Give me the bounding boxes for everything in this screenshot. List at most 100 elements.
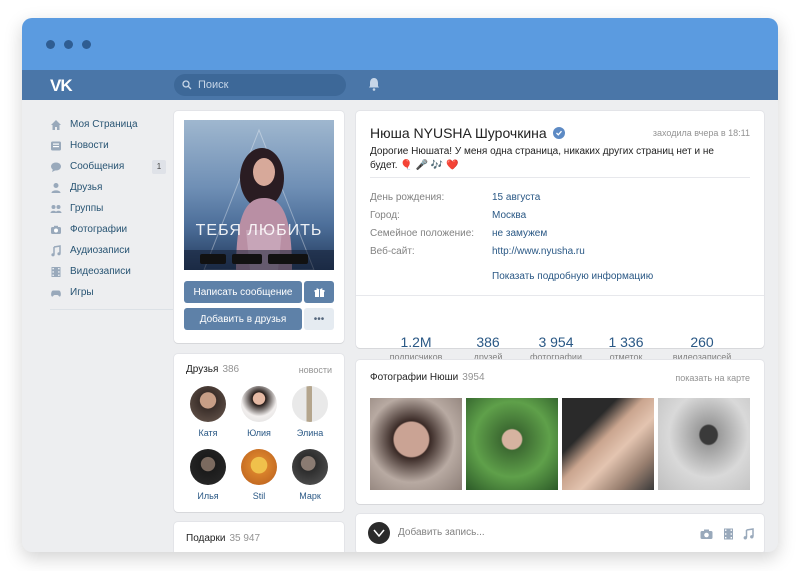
sidebar-item-label: Друзья xyxy=(70,182,103,193)
bell-icon[interactable] xyxy=(368,77,380,91)
friends-icon xyxy=(50,182,62,194)
photo-thumbnail[interactable] xyxy=(562,398,654,490)
friend-name: Марк xyxy=(299,491,321,501)
sidebar-item-label: Игры xyxy=(70,287,94,298)
friends-count: 386 xyxy=(222,364,240,375)
friend-item[interactable]: Илья xyxy=(184,449,232,501)
stat-videos[interactable]: 260 видеозаписей xyxy=(662,334,742,362)
gifts-header: Подарки 35 947 xyxy=(186,533,260,544)
home-icon xyxy=(50,119,62,131)
friend-item[interactable]: Элина xyxy=(286,386,334,438)
sidebar-item-groups[interactable]: Группы xyxy=(50,198,166,219)
photo-thumbnail[interactable] xyxy=(466,398,558,490)
info-value-birthday[interactable]: 15 августа xyxy=(492,192,540,203)
stat-photos[interactable]: 3 954 фотографии xyxy=(516,334,596,362)
friends-card: Друзья 386 новости Катя Юлия Элина Илья S… xyxy=(174,354,344,512)
friend-item[interactable]: Stil xyxy=(235,449,283,501)
sidebar-nav: Моя Страница Новости Сообщения 1 Друзья … xyxy=(50,114,180,310)
info-value-city[interactable]: Москва xyxy=(492,210,526,221)
video-icon xyxy=(50,266,62,278)
friends-news-link[interactable]: новости xyxy=(299,365,332,375)
stat-followers[interactable]: 1.2M подписчиков xyxy=(376,334,456,362)
cover-title: ТЕБЯ ЛЮБИТЬ xyxy=(195,222,323,239)
profile-name-row: Нюша NYUSHA Шурочкина xyxy=(370,125,565,141)
info-value-relationship[interactable]: не замужем xyxy=(492,228,547,239)
sidebar-item-news[interactable]: Новости xyxy=(50,135,166,156)
friend-name: Юлия xyxy=(247,428,271,438)
vk-logo-icon[interactable]: VK xyxy=(50,76,73,96)
sidebar-item-label: Видеозаписи xyxy=(70,266,131,277)
add-friend-button[interactable]: Добавить в друзья xyxy=(184,308,302,330)
photo-thumbnail[interactable] xyxy=(370,398,462,490)
sidebar-item-audio[interactable]: Аудиозаписи xyxy=(50,240,166,261)
sidebar-item-messages[interactable]: Сообщения 1 xyxy=(50,156,166,177)
friend-name: Катя xyxy=(198,428,218,438)
sidebar-item-label: Аудиозаписи xyxy=(70,245,130,256)
news-icon xyxy=(50,140,62,152)
new-post-card[interactable]: Добавить запись... xyxy=(356,514,764,552)
groups-icon xyxy=(50,203,62,215)
friends-title: Друзья xyxy=(186,364,219,375)
browser-window: VK Поиск Моя Страница Новости Сообщения … xyxy=(22,18,778,552)
user-avatar-icon xyxy=(368,522,390,544)
friend-item[interactable]: Юлия xyxy=(235,386,283,438)
avatar xyxy=(292,449,328,485)
more-actions-button[interactable]: ••• xyxy=(304,308,334,330)
gifts-count: 35 947 xyxy=(229,533,261,544)
stats-divider xyxy=(356,295,764,296)
sidebar-item-label: Сообщения xyxy=(70,161,125,172)
profile-info-card: Нюша NYUSHA Шурочкина заходила вчера в 1… xyxy=(356,111,764,348)
window-close-dot[interactable] xyxy=(46,40,55,49)
friends-header[interactable]: Друзья 386 xyxy=(186,364,239,375)
gifts-card[interactable]: Подарки 35 947 xyxy=(174,522,344,552)
sidebar-item-photos[interactable]: Фотографии xyxy=(50,219,166,240)
photos-title: Фотографии Нюши xyxy=(370,372,459,383)
window-titlebar xyxy=(22,18,778,70)
sidebar-item-friends[interactable]: Друзья xyxy=(50,177,166,198)
stat-number: 3 954 xyxy=(538,334,574,350)
photos-count: 3954 xyxy=(462,372,485,383)
photo-thumbnail[interactable] xyxy=(658,398,750,490)
gift-button[interactable] xyxy=(304,281,334,303)
search-input[interactable]: Поиск xyxy=(174,74,346,96)
messages-icon xyxy=(50,161,62,173)
photos-card: Фотографии Нюши 3954 показать на карте xyxy=(356,360,764,504)
friend-name: Илья xyxy=(197,491,219,501)
new-post-input[interactable]: Добавить запись... xyxy=(398,527,485,538)
profile-cover-image[interactable]: ТЕБЯ ЛЮБИТЬ xyxy=(184,120,334,270)
music-icon[interactable] xyxy=(742,528,755,540)
sidebar-item-label: Моя Страница xyxy=(70,119,138,130)
window-minimize-dot[interactable] xyxy=(64,40,73,49)
messages-count-badge: 1 xyxy=(152,160,166,174)
window-maximize-dot[interactable] xyxy=(82,40,91,49)
show-on-map-link[interactable]: показать на карте xyxy=(675,373,750,383)
show-more-info-link[interactable]: Показать подробную информацию xyxy=(492,271,653,282)
search-icon xyxy=(182,80,192,90)
friend-item[interactable]: Катя xyxy=(184,386,232,438)
avatar xyxy=(190,386,226,422)
sidebar-item-games[interactable]: Игры xyxy=(50,282,166,303)
camera-icon xyxy=(50,224,62,236)
send-message-button[interactable]: Написать сообщение xyxy=(184,281,302,303)
video-icon[interactable] xyxy=(722,528,735,540)
avatar xyxy=(190,449,226,485)
sidebar-item-my-page[interactable]: Моя Страница xyxy=(50,114,166,135)
verified-check-icon xyxy=(552,127,565,139)
friend-item[interactable]: Марк xyxy=(286,449,334,501)
info-label-city: Город: xyxy=(370,210,400,221)
photos-header[interactable]: Фотографии Нюши 3954 xyxy=(370,372,485,383)
gifts-title: Подарки xyxy=(186,533,226,544)
profile-status-text: Дорогие Нюшата! У меня одна страница, ни… xyxy=(370,146,714,171)
music-icon xyxy=(50,244,62,257)
info-divider xyxy=(370,177,750,178)
sidebar-item-video[interactable]: Видеозаписи xyxy=(50,261,166,282)
avatar xyxy=(241,386,277,422)
top-header: VK Поиск xyxy=(22,70,778,100)
gift-icon xyxy=(314,287,324,297)
info-label-website: Веб-сайт: xyxy=(370,246,415,257)
stat-tags[interactable]: 1 336 отметок xyxy=(586,334,666,362)
avatar xyxy=(292,386,328,422)
sidebar-item-label: Группы xyxy=(70,203,104,214)
info-value-website[interactable]: http://www.nyusha.ru xyxy=(492,246,585,257)
camera-icon[interactable] xyxy=(700,528,713,540)
